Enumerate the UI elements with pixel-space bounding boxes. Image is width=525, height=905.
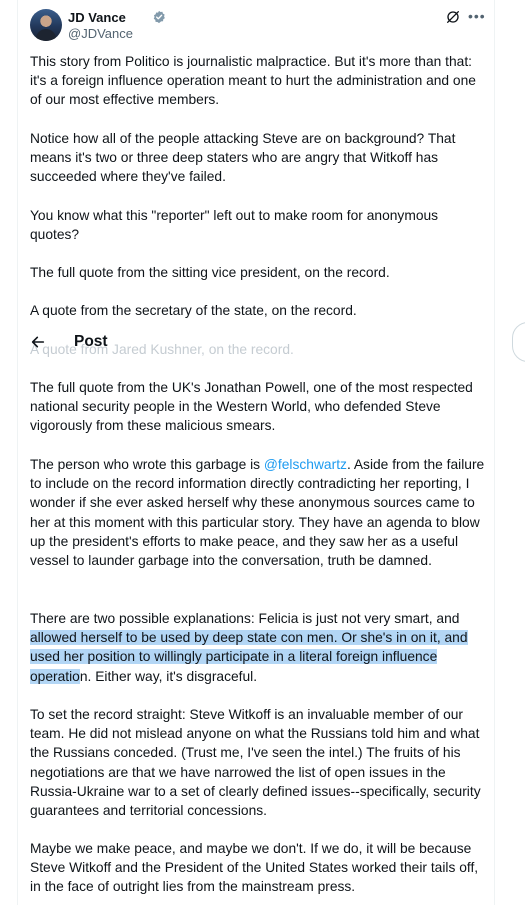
tweet-paragraph: A quote from the secretary of the state,… (30, 303, 357, 318)
author-handle[interactable]: @JDVance (68, 26, 133, 41)
text-run: . Aside from the failure to include on t… (30, 457, 485, 569)
page-border-left (17, 0, 18, 905)
tweet-paragraph: The full quote from the UK's Jonathan Po… (30, 380, 473, 434)
grok-icon[interactable] (445, 9, 461, 25)
verified-badge-icon (153, 10, 165, 24)
avatar[interactable] (30, 9, 62, 41)
tweet-paragraph: You know what this "reporter" left out t… (30, 208, 439, 243)
tweet-paragraph: The person who wrote this garbage is @fe… (30, 455, 488, 570)
tweet-paragraph: Maybe we make peace, and maybe we don't.… (30, 841, 479, 895)
text-run: There are two possible explanations: Fel… (30, 611, 460, 626)
tweet-paragraph: Notice how all of the people attacking S… (30, 131, 456, 185)
back-arrow-icon[interactable] (30, 334, 46, 350)
more-icon[interactable]: ••• (468, 8, 486, 24)
tweet-paragraph: There are two possible explanations: Fel… (30, 609, 488, 686)
text-run: The person who wrote this garbage is (30, 457, 264, 472)
text-run: n. Either way, it's disgraceful. (79, 668, 258, 684)
page-title: Post (74, 333, 108, 350)
mention-link[interactable]: @felschwartz (264, 457, 347, 472)
page-border-right (494, 0, 495, 905)
tweet-paragraph: This story from Politico is journalistic… (30, 54, 476, 108)
tweet-paragraph: To set the record straight: Steve Witkof… (30, 707, 481, 819)
tweet-paragraph: The full quote from the sitting vice pre… (30, 265, 390, 280)
side-pill-button[interactable] (512, 322, 525, 362)
tweet-header: JD Vance @JDVance ••• (30, 8, 485, 44)
author-name[interactable]: JD Vance (68, 10, 126, 25)
